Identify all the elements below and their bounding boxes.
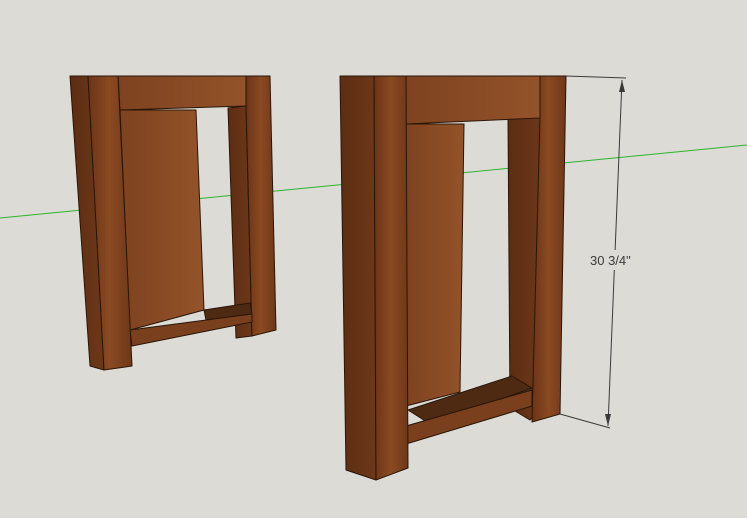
right-leg-frame[interactable] xyxy=(339,75,567,481)
dimension-arrow-top xyxy=(619,80,625,92)
left-leg-frame[interactable] xyxy=(69,75,277,371)
dimension-label[interactable]: 30 3/4" xyxy=(590,253,631,268)
modeling-viewport[interactable]: 30 3/4" xyxy=(0,0,747,518)
right-frame-top-rail[interactable] xyxy=(403,75,541,125)
left-frame-top-rail[interactable] xyxy=(117,75,247,111)
right-frame-panel[interactable] xyxy=(405,123,465,407)
left-frame-panel[interactable] xyxy=(119,109,205,331)
dimension-extension-bottom xyxy=(559,413,611,429)
dimension-arrow-bottom xyxy=(605,414,611,426)
dimension-extension-top xyxy=(565,75,627,79)
right-frame-left-post[interactable] xyxy=(339,75,377,481)
